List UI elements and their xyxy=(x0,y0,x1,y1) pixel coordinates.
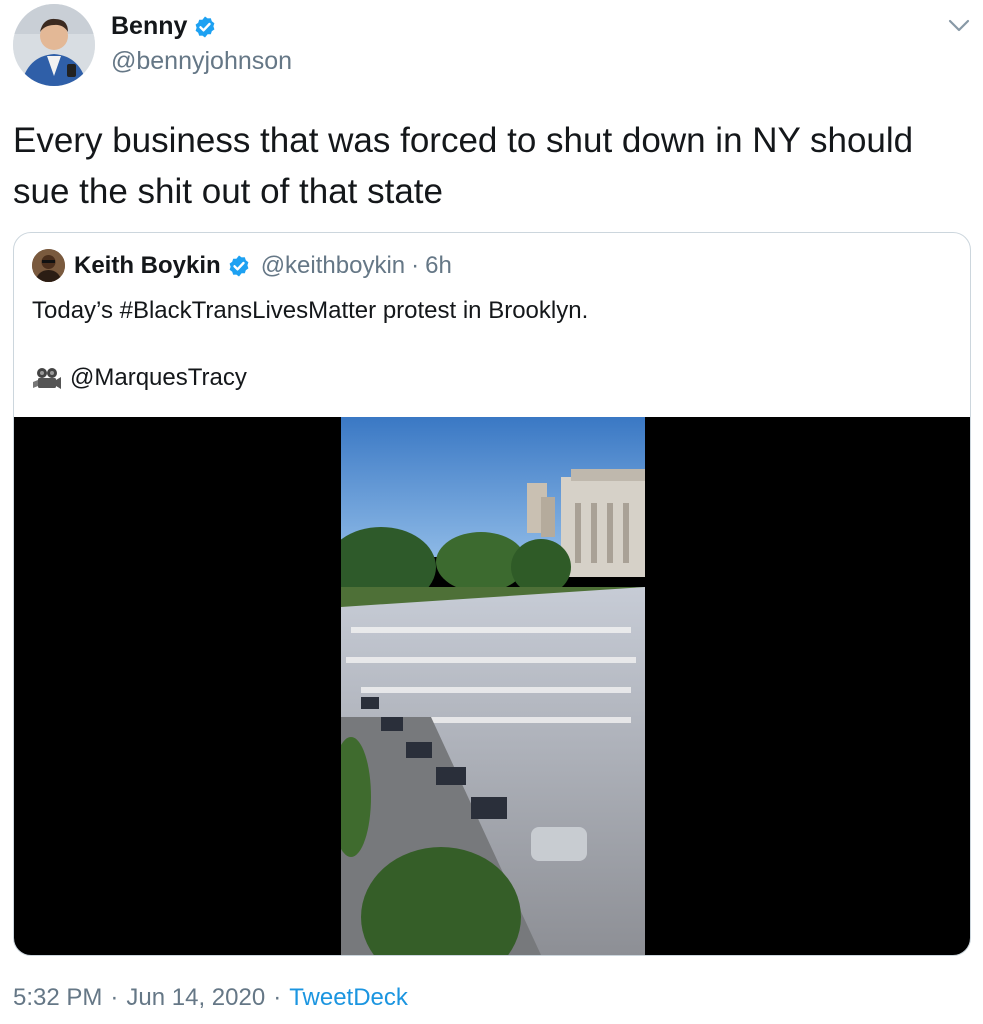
credit-handle[interactable]: @MarquesTracy xyxy=(70,364,247,392)
separator-dot: · xyxy=(273,984,282,1011)
verified-badge-icon xyxy=(227,254,251,278)
tweet-footer: 5:32 PM · Jun 14, 2020 · TweetDeck xyxy=(13,984,408,1012)
author-avatar[interactable] xyxy=(13,4,95,86)
tweet-text: Every business that was forced to shut d… xyxy=(13,121,914,211)
tweet-time[interactable]: 5:32 PM xyxy=(13,984,102,1012)
quoted-tweet-time[interactable]: 6h xyxy=(425,252,452,280)
separator-dot: · xyxy=(110,984,119,1011)
movie-camera-icon xyxy=(32,366,62,390)
quoted-tweet-text: Today’s #BlackTransLivesMatter protest i… xyxy=(32,297,589,324)
author-name[interactable]: Benny xyxy=(111,12,187,41)
tweet-date[interactable]: Jun 14, 2020 xyxy=(126,984,265,1012)
author-name-row[interactable]: Benny xyxy=(111,12,217,41)
quoted-author-avatar[interactable] xyxy=(32,249,65,282)
quoted-author-name[interactable]: Keith Boykin xyxy=(74,252,221,280)
verified-badge-icon xyxy=(193,15,217,39)
video-thumbnail[interactable] xyxy=(341,417,645,955)
quoted-tweet-credit: @MarquesTracy xyxy=(32,364,247,392)
separator-dot: · xyxy=(411,252,420,279)
author-handle[interactable]: @bennyjohnson xyxy=(111,47,292,76)
chevron-down-icon[interactable] xyxy=(946,12,972,38)
video-player[interactable] xyxy=(14,417,970,955)
quoted-tweet-card[interactable]: Keith Boykin @keithboykin · 6h Today’s #… xyxy=(13,232,971,956)
tweet-source-link[interactable]: TweetDeck xyxy=(289,984,408,1012)
quoted-author-handle[interactable]: @keithboykin xyxy=(261,252,405,280)
quoted-tweet-header: Keith Boykin @keithboykin · 6h xyxy=(74,252,452,280)
